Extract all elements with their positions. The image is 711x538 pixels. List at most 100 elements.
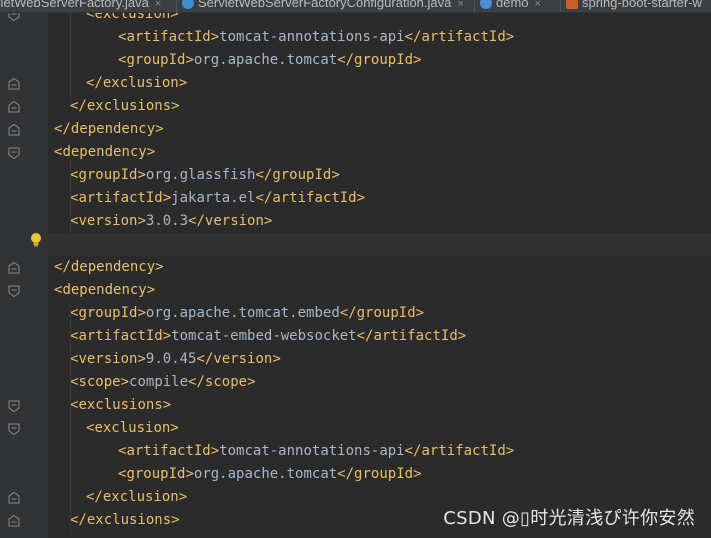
tag-bracket: > [146, 282, 156, 298]
close-tag-name: scope [204, 374, 248, 390]
tag-value: 9.0.45 [145, 351, 197, 367]
tab-label: demo [496, 0, 529, 10]
close-tab-icon[interactable]: × [155, 0, 161, 10]
tag-bracket: > [413, 52, 422, 68]
open-tag-name: groupId [78, 305, 138, 321]
close-tag-name: groupId [354, 52, 414, 68]
close-tag-name: exclusion [102, 489, 179, 505]
tag-bracket: </ [70, 512, 87, 528]
close-tag-name: groupId [354, 466, 414, 482]
tag-bracket: </ [339, 305, 357, 321]
code-line[interactable]: <exclusion> [86, 417, 179, 440]
tag-bracket: </ [337, 52, 355, 68]
tag-bracket: > [137, 305, 146, 321]
code-line[interactable]: </dependency> [54, 118, 164, 141]
fold-end-icon[interactable] [8, 101, 20, 113]
fold-start-icon[interactable] [8, 147, 20, 159]
close-tag-name: groupId [272, 167, 332, 183]
fold-end-icon[interactable] [8, 262, 20, 274]
code-line[interactable]: <scope>compile</scope> [70, 371, 256, 394]
tag-bracket: > [137, 351, 146, 367]
tag-bracket: > [413, 466, 422, 482]
tag-value: tomcat-annotations-api [219, 443, 405, 459]
tag-bracket: > [415, 305, 425, 321]
code-line[interactable]: <version>3.0.3</version> [70, 210, 272, 233]
close-tag-name: artifactId [421, 443, 506, 459]
code-line[interactable]: <groupId>org.glassfish</groupId> [70, 164, 340, 187]
close-tag-name: exclusions [86, 512, 172, 528]
tag-bracket: > [178, 489, 188, 505]
code-line[interactable]: </exclusions> [70, 509, 180, 532]
tag-bracket: </ [255, 167, 273, 183]
tag-bracket: > [162, 328, 172, 344]
tag-value: jakarta.el [171, 190, 256, 206]
tab-0[interactable]: vletWebServerFactory.java × [0, 0, 161, 12]
close-tag-name: artifactId [373, 328, 458, 344]
tag-bracket: > [272, 351, 281, 367]
tag-bracket: > [146, 144, 156, 160]
code-line[interactable]: </exclusions> [70, 95, 180, 118]
tag-bracket: > [210, 443, 220, 459]
tag-bracket: </ [70, 98, 87, 114]
tag-bracket: > [356, 190, 366, 206]
code-line[interactable]: </exclusion> [86, 72, 187, 95]
open-tag-name: groupId [126, 466, 186, 482]
code-line[interactable]: <artifactId>tomcat-embed-websocket</arti… [70, 325, 466, 348]
fold-start-icon[interactable] [8, 400, 20, 412]
xml-file-icon [566, 0, 578, 9]
tab-label: ServletWebServerFactoryConfiguration.jav… [198, 0, 452, 10]
code-line[interactable]: <groupId>org.apache.tomcat</groupId> [118, 463, 422, 486]
tag-bracket: > [178, 75, 188, 91]
fold-start-icon[interactable] [8, 285, 20, 297]
tag-value: compile [129, 374, 189, 390]
code-line[interactable]: <dependency> [54, 279, 155, 302]
tab-3[interactable]: spring-boot-starter-w [566, 0, 702, 12]
tag-bracket: </ [54, 259, 71, 275]
tab-2[interactable]: demo × [480, 0, 541, 12]
fold-end-icon[interactable] [8, 78, 20, 90]
fold-start-icon[interactable] [8, 423, 20, 435]
open-tag-name: dependency [62, 144, 147, 160]
tag-bracket: > [331, 167, 340, 183]
open-tag-name: dependency [62, 282, 147, 298]
editor-gutter [0, 12, 48, 538]
code-line[interactable]: </exclusion> [86, 486, 187, 509]
tag-bracket: > [155, 259, 164, 275]
tag-bracket: > [505, 29, 515, 45]
open-tag-name: groupId [78, 167, 138, 183]
code-line[interactable]: <groupId>org.apache.tomcat</groupId> [118, 49, 422, 72]
code-line[interactable]: <artifactId>jakarta.el</artifactId> [70, 187, 365, 210]
close-tab-icon[interactable]: × [535, 0, 541, 10]
csdn-watermark: CSDN @▯时光清浅ぴ许你安然 [443, 508, 695, 529]
indent-guide [70, 304, 71, 534]
fold-end-icon[interactable] [8, 124, 20, 136]
fold-end-icon[interactable] [8, 492, 20, 504]
close-tag-name: artifactId [272, 190, 357, 206]
code-line[interactable]: <artifactId>tomcat-annotations-api</arti… [118, 26, 514, 49]
fold-end-icon[interactable] [8, 515, 20, 527]
tag-value: org.apache.tomcat.embed [145, 305, 340, 321]
tag-bracket: > [170, 420, 179, 436]
tag-value: org.glassfish [145, 167, 256, 183]
code-line[interactable]: <artifactId>tomcat-annotations-api</arti… [118, 440, 514, 463]
tag-bracket: </ [86, 75, 103, 91]
tag-bracket: > [120, 374, 130, 390]
code-line[interactable]: <exclusions> [70, 394, 171, 417]
code-line[interactable]: <groupId>org.apache.tomcat.embed</groupI… [70, 302, 424, 325]
tag-bracket: </ [404, 443, 422, 459]
close-tab-icon[interactable]: × [457, 0, 463, 10]
lightbulb-icon[interactable] [29, 232, 43, 248]
close-tag-name: exclusions [86, 98, 172, 114]
tag-bracket: </ [188, 374, 205, 390]
close-tag-name: dependency [70, 121, 156, 137]
code-line[interactable]: </dependency> [54, 256, 164, 279]
code-editor[interactable]: <exclusion> <artifactId>tomcat-annotation… [0, 0, 711, 538]
tag-bracket: > [171, 512, 180, 528]
code-line[interactable]: <version>9.0.45</version> [70, 348, 281, 371]
tab-1[interactable]: ServletWebServerFactoryConfiguration.jav… [182, 0, 464, 12]
tab-label: vletWebServerFactory.java [0, 0, 149, 10]
tag-value: tomcat-embed-websocket [171, 328, 357, 344]
close-tag-name: version [213, 351, 273, 367]
tag-bracket: > [137, 213, 146, 229]
open-tag-name: artifactId [126, 443, 211, 459]
